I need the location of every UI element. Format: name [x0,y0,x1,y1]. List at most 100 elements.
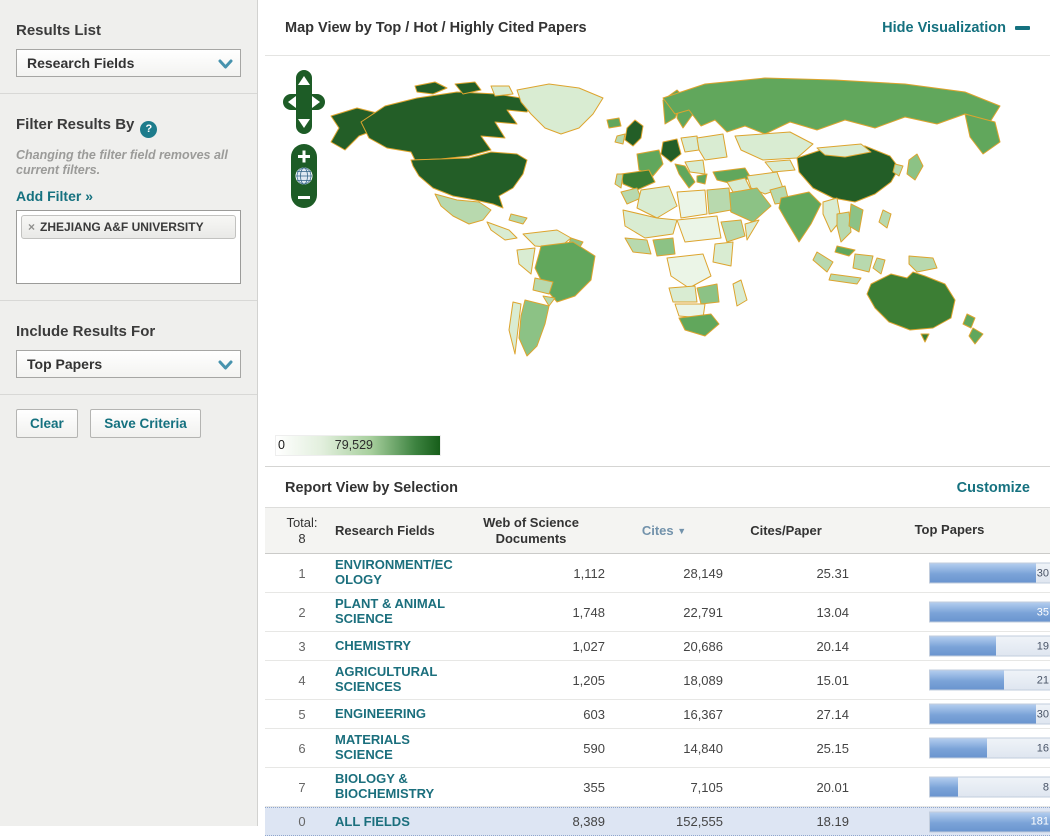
include-results-select[interactable]: Top Papers [16,349,241,378]
research-field-link[interactable]: ENGINEERING [335,706,426,721]
row-cites: 152,555 [676,814,723,829]
row-cites-per-paper: 25.31 [816,565,849,581]
table-row[interactable]: 0 ALL FIELDS 8,389 152,555 18.19 181 [265,807,1050,836]
research-field-link[interactable]: CHEMISTRY [335,638,411,653]
column-header-cites-per-paper: Cites/Paper [750,522,822,538]
top-papers-value: 8 [1042,781,1049,793]
row-rank: 5 [298,706,306,722]
column-header-cites-sort[interactable]: Cites ▼ [605,523,723,539]
row-cites: 14,840 [683,740,723,756]
top-papers-bar-fill [930,777,959,797]
research-field-link[interactable]: ALL FIELDS [335,814,410,829]
top-papers-bar: 19 [929,635,1050,657]
column-header-top-papers-wrap: Top Papers [849,508,1050,553]
table-row[interactable]: 3 CHEMISTRY 1,027 20,686 20.14 19 [265,632,1050,661]
results-list-select[interactable]: Research Fields [16,49,241,77]
filter-note: Changing the filter field removes all cu… [16,147,228,177]
top-papers-bar-fill [930,602,1050,622]
row-cites: 16,367 [683,706,723,722]
top-papers-bar: 30 [929,562,1050,584]
table-row[interactable]: 6 MATERIALS SCIENCE 590 14,840 25.15 16 [265,729,1050,768]
top-papers-bar: 21 [929,669,1050,691]
row-cites-per-paper: 18.19 [816,814,849,829]
filter-tag-label: ZHEJIANG A&F UNIVERSITY [40,219,204,234]
row-top-papers-cell: 30 [849,557,1050,589]
row-cites: 22,791 [683,604,723,620]
map-title: Map View by Top / Hot / Highly Cited Pap… [285,19,587,36]
row-top-papers-cell: 16 [849,732,1050,764]
research-field-link[interactable]: ENVIRONMENT/ECOLOGY [335,557,457,587]
research-field-link[interactable]: PLANT & ANIMAL SCIENCE [335,596,457,626]
top-papers-bar: 35 [929,601,1050,623]
top-papers-bar-fill [930,563,1036,583]
main-content: Map View by Top / Hot / Highly Cited Pap… [265,0,1050,836]
total-count-header: Total: 8 [279,515,325,547]
top-papers-value: 16 [1036,742,1049,754]
table-row[interactable]: 5 ENGINEERING 603 16,367 27.14 30 [265,700,1050,729]
hide-visualization-link[interactable]: Hide Visualization [882,20,1030,36]
row-wos-documents: 1,748 [572,604,605,620]
top-papers-bar-fill [930,738,987,758]
row-rank: 1 [298,565,306,581]
choropleth-world-map[interactable] [265,62,1045,436]
cites-header-label: Cites [641,522,674,538]
row-rank: 0 [298,814,306,829]
results-list-heading: Results List [16,22,102,39]
add-filter-link[interactable]: Add Filter » [16,188,93,204]
filter-heading-label: Filter Results By [16,116,135,133]
include-results-section: Include Results For Top Papers [0,299,257,394]
row-rank: 6 [298,740,306,756]
top-papers-value: 19 [1036,640,1049,652]
row-wos-documents: 8,389 [572,814,605,829]
table-row[interactable]: 1 ENVIRONMENT/ECOLOGY 1,112 28,149 25.31… [265,554,1050,593]
filter-section: Filter Results By? Changing the filter f… [0,93,257,300]
row-top-papers-cell: 19 [849,635,1050,657]
table-header-row: Total: 8 Research Fields Web of Science … [265,507,1050,554]
top-papers-value: 30 [1036,567,1049,579]
research-field-link[interactable]: AGRICULTURAL SCIENCES [335,664,457,694]
help-icon[interactable]: ? [140,120,158,138]
legend-max-value: 79,529 [334,438,373,452]
sort-descending-icon: ▼ [677,525,687,536]
row-cites-per-paper: 20.01 [816,779,849,795]
active-filters-box: × ZHEJIANG A&F UNIVERSITY [16,209,241,284]
chevron-down-icon [218,358,233,375]
table-row[interactable]: 2 PLANT & ANIMAL SCIENCE 1,748 22,791 13… [265,593,1050,632]
zoom-out-icon [298,196,310,199]
top-papers-value: 21 [1036,674,1049,686]
row-wos-documents: 590 [583,740,605,756]
table-body: 1 ENVIRONMENT/ECOLOGY 1,112 28,149 25.31… [265,554,1050,836]
row-cites-per-paper: 13.04 [816,604,849,620]
report-section: Report View by Selection Customize Total… [265,466,1050,836]
top-papers-value: 35 [1036,606,1049,618]
column-header-wos-documents: Web of Science Documents [483,514,579,546]
clear-button[interactable]: Clear [16,408,78,438]
legend-min-value: 0 [278,438,285,452]
hide-visualization-label: Hide Visualization [882,19,1006,36]
report-header-bar: Report View by Selection Customize [265,467,1050,507]
total-value: 8 [298,530,306,546]
world-map-visualization: 0 79,529 [265,56,1050,466]
criteria-buttons-section: Clear Save Criteria [0,393,257,454]
customize-link[interactable]: Customize [957,480,1030,496]
table-row[interactable]: 7 BIOLOGY & BIOCHEMISTRY 355 7,105 20.01… [265,768,1050,807]
row-cites-per-paper: 27.14 [816,706,849,722]
table-row[interactable]: 4 AGRICULTURAL SCIENCES 1,205 18,089 15.… [265,661,1050,700]
row-wos-documents: 1,112 [573,565,605,581]
row-rank: 2 [298,604,306,620]
map-zoom-control[interactable] [291,144,317,210]
save-criteria-button[interactable]: Save Criteria [90,408,201,438]
row-cites-per-paper: 20.14 [816,638,849,654]
row-top-papers-cell: 30 [849,703,1050,725]
remove-filter-icon[interactable]: × [28,220,35,234]
map-pan-control[interactable] [281,68,327,138]
top-papers-bar: 16 [929,737,1050,759]
filter-tag[interactable]: × ZHEJIANG A&F UNIVERSITY [21,214,236,239]
top-papers-bar-fill [930,704,1036,724]
row-cites: 20,686 [683,638,723,654]
research-field-link[interactable]: BIOLOGY & BIOCHEMISTRY [335,771,457,801]
collapse-minus-icon [1015,25,1030,30]
include-results-heading: Include Results For [16,322,156,340]
row-top-papers-cell: 181 [849,811,1050,832]
research-field-link[interactable]: MATERIALS SCIENCE [335,732,457,762]
